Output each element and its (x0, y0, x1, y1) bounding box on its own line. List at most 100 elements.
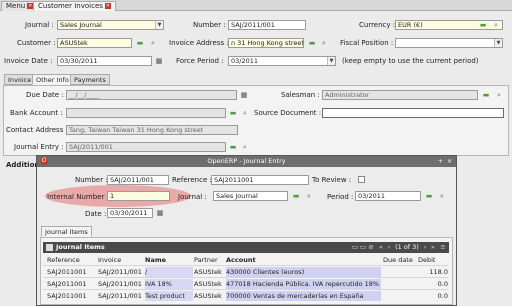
close-icon[interactable]: × (447, 156, 452, 167)
col-debit[interactable]: Debit (418, 255, 436, 265)
table-row-name[interactable]: Test product (145, 291, 193, 301)
calendar-icon[interactable]: ▦ (156, 209, 164, 217)
grid-icon (46, 243, 53, 251)
entry-date-field[interactable]: 03/30/2011 (107, 208, 153, 218)
close-icon[interactable]: ✕ (104, 3, 111, 9)
search-icon[interactable]: ⌕ (438, 192, 446, 200)
tab-customer-invoices-label: Customer Invoices (38, 2, 103, 10)
customer-field[interactable]: ASUStek (57, 38, 132, 48)
expand-icon[interactable]: + (438, 156, 443, 167)
invoice-date-label: Invoice Date : (4, 57, 53, 65)
table-row-debit[interactable]: 0.0 (418, 291, 448, 301)
table-row-reference[interactable]: SAJ2011001 (47, 279, 97, 289)
folder-icon[interactable]: ▬ (292, 192, 300, 200)
dialog-titlebar[interactable]: O OpenERP - Journal Entry + × (37, 156, 456, 167)
entry-reference-field[interactable]: SAJ2011001 (211, 175, 309, 185)
entry-journal-field[interactable]: Sales Journal (213, 191, 288, 201)
salesman-field[interactable]: Administrator (322, 90, 478, 100)
entry-period-label: Period : (327, 193, 354, 201)
journal-items-grid-header: Journal Items ▭ ▭ ⊘ «‹ (1 of 3) ›» ≡ (43, 242, 449, 253)
tab-other-info[interactable]: Other Info (32, 74, 73, 85)
table-row-account[interactable]: 477018 Hacienda Pública. IVA repercutido… (226, 279, 381, 289)
new-icon[interactable]: ▭ (351, 242, 359, 253)
table-row-invoice[interactable]: SAJ/2011/001 (98, 291, 144, 301)
col-name[interactable]: Name (145, 255, 166, 265)
to-review-checkbox[interactable] (358, 176, 365, 183)
folder-icon[interactable]: ▬ (308, 39, 316, 47)
bank-account-field[interactable] (66, 108, 226, 118)
prev-page-icon[interactable]: ‹ (385, 242, 393, 253)
salesman-label: Salesman : (281, 91, 320, 99)
table-row-name[interactable]: / (145, 267, 193, 277)
source-document-field[interactable] (322, 108, 504, 118)
grid-title: Journal Items (56, 243, 105, 251)
due-date-field[interactable]: __/__/____ (66, 90, 237, 100)
invoice-date-field[interactable]: 03/30/2011 (57, 56, 152, 66)
folder-icon[interactable]: ▬ (136, 39, 144, 47)
table-row-reference[interactable]: SAJ2011001 (47, 267, 97, 277)
calendar-icon[interactable]: ▦ (240, 91, 248, 99)
number-field[interactable]: SAJ/2011/001 (228, 20, 306, 30)
col-account[interactable]: Account (226, 255, 256, 265)
internal-number-field[interactable]: 1 (107, 191, 170, 201)
table-row-name[interactable]: IVA 18% (145, 279, 193, 289)
table-row-account[interactable]: 430000 Clientes (euros) (226, 267, 381, 277)
folder-icon[interactable]: ▬ (229, 109, 237, 117)
fiscal-position-select[interactable]: ▼ (395, 38, 503, 48)
table-row-partner[interactable]: ASUStek (194, 279, 225, 289)
search-icon[interactable]: ⌕ (492, 21, 500, 29)
chevron-down-icon: ▼ (494, 39, 502, 47)
force-period-select[interactable]: 03/2011 ▼ (228, 56, 336, 66)
chevron-down-icon: ▼ (327, 57, 335, 65)
folder-icon[interactable]: ▬ (425, 192, 433, 200)
table-row-partner[interactable]: ASUStek (194, 267, 225, 277)
journal-entry-field[interactable]: SAJ/2011/001 (66, 142, 226, 152)
contact-address-field[interactable]: Tang, Taiwan Taiwan 31 Hong Kong street (66, 125, 238, 135)
search-icon[interactable]: ⌕ (305, 192, 313, 200)
table-row-due-date[interactable] (383, 291, 417, 301)
journal-entry-label: Journal Entry : (14, 143, 64, 151)
entry-period-field[interactable]: 03/2011 (355, 191, 421, 201)
search-icon[interactable]: ⌕ (241, 109, 249, 117)
search-icon[interactable]: ⌕ (495, 91, 503, 99)
save-icon[interactable]: ▭ (359, 242, 367, 253)
entry-number-label: Number : (75, 176, 108, 184)
table-row-reference[interactable]: SAJ2011001 (47, 291, 97, 301)
journal-label: Journal : (25, 21, 54, 29)
number-label: Number : (193, 21, 226, 29)
table-row-due-date[interactable] (383, 267, 417, 277)
folder-icon[interactable]: ▬ (482, 91, 490, 99)
last-page-icon[interactable]: » (429, 242, 437, 253)
col-reference[interactable]: Reference (47, 255, 80, 265)
search-icon[interactable]: ⌕ (149, 39, 157, 47)
table-row-debit[interactable]: 118.0 (418, 267, 448, 277)
table-row-invoice[interactable]: SAJ/2011/001 (98, 279, 144, 289)
search-icon[interactable]: ⌕ (241, 143, 249, 151)
table-row-partner[interactable]: ASUStek (194, 291, 225, 301)
grid-toolbar: ▭ ▭ ⊘ «‹ (1 of 3) ›» ≡ (351, 242, 447, 253)
table-row-account[interactable]: 700000 Ventas de mercaderías en España (226, 291, 381, 301)
table-row-debit[interactable]: 0.0 (418, 279, 448, 289)
col-partner[interactable]: Partner (194, 255, 218, 265)
delete-icon[interactable]: ⊘ (367, 242, 375, 253)
tab-customer-invoices[interactable]: Customer Invoices ✕ (33, 1, 116, 11)
tab-menu-label: Menu (6, 2, 26, 10)
tab-payments[interactable]: Payments (70, 74, 110, 85)
menu-icon[interactable]: ≡ (439, 242, 447, 253)
folder-icon[interactable]: ▬ (479, 21, 487, 29)
col-due-date[interactable]: Due date (383, 255, 413, 265)
table-row-invoice[interactable]: SAJ/2011/001 (98, 267, 144, 277)
force-period-hint: (keep empty to use the current period) (342, 57, 479, 65)
journal-select[interactable]: Sales Journal ▼ (57, 20, 164, 30)
search-icon[interactable]: ⌕ (320, 39, 328, 47)
entry-number-field[interactable]: SAJ/2011/001 (107, 175, 169, 185)
first-page-icon[interactable]: « (377, 242, 385, 253)
tab-journal-items[interactable]: Journal Items (41, 226, 92, 237)
next-page-icon[interactable]: › (421, 242, 429, 253)
invoice-address-field[interactable]: n 31 Hong Kong street (228, 38, 304, 48)
table-row-due-date[interactable] (383, 279, 417, 289)
calendar-icon[interactable]: ▦ (155, 57, 163, 65)
col-invoice[interactable]: Invoice (98, 255, 121, 265)
tab-invoice[interactable]: Invoice (4, 74, 36, 85)
folder-icon[interactable]: ▬ (229, 143, 237, 151)
